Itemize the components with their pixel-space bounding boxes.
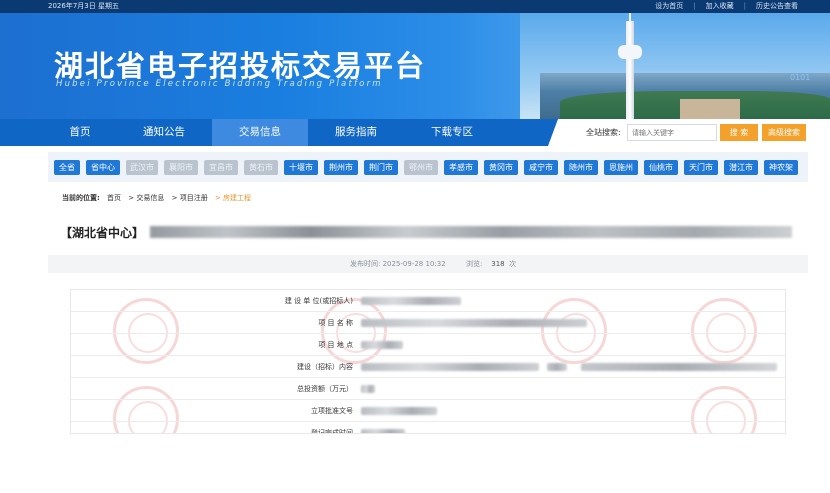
row-label-construction-content: 建设（招标）内容 [297, 363, 353, 371]
site-banner: 湖北省电子招投标交易平台 Hubei Province Electronic B… [0, 13, 830, 119]
region-shiyan[interactable]: 十堰市 [284, 160, 318, 175]
page-root: 2026年7月3日 星期五 设为首页 | 加入收藏 | 历史公告查看 湖北省电子… [0, 0, 830, 493]
row-value-redacted [361, 319, 587, 327]
history-notices-link[interactable]: 历史公告查看 [746, 0, 808, 13]
region-xiantao[interactable]: 仙桃市 [644, 160, 678, 175]
region-huanggang[interactable]: 黄冈市 [484, 160, 518, 175]
region-qianjiang[interactable]: 潜江市 [724, 160, 758, 175]
table-row: 建设（招标）内容 [71, 356, 785, 378]
nav-service-guide[interactable]: 服务指南 [308, 119, 404, 146]
region-huangshi[interactable]: 黄石市 [244, 160, 278, 175]
views-unit: 次 [509, 260, 517, 268]
table-row: 登记完成时间 [71, 422, 785, 434]
main-nav: 首页 通知公告 交易信息 服务指南 下载专区 全站搜索: 搜 索 高级搜索 [0, 119, 830, 146]
search-input[interactable] [627, 124, 717, 141]
row-value-redacted [361, 385, 375, 393]
search-label: 全站搜索: [586, 128, 621, 137]
table-row: 项 目 地 点 [71, 334, 785, 356]
views-label: 浏览: [466, 260, 483, 268]
row-label-approval-number: 立项批准文号 [311, 407, 353, 415]
region-filter-bar: 全省 省中心 武汉市 襄阳市 宜昌市 黄石市 十堰市 荆州市 荆门市 鄂州市 孝… [48, 152, 808, 182]
page-title: 【湖北省中心】 [60, 226, 145, 240]
views-number: 318 [491, 260, 505, 268]
table-row: 项 目 名 称 [71, 312, 785, 334]
row-label-builder: 建 设 单 位(或招标人) [284, 297, 353, 305]
set-homepage-link[interactable]: 设为首页 [645, 0, 693, 13]
row-label-project-name: 项 目 名 称 [318, 319, 353, 327]
view-count: 浏览: 318 次 [466, 255, 516, 273]
region-yichang[interactable]: 宜昌市 [204, 160, 238, 175]
row-value-redacted [547, 363, 567, 371]
row-value-redacted [581, 363, 777, 371]
region-xiaogan[interactable]: 孝感市 [444, 160, 478, 175]
region-ezhou[interactable]: 鄂州市 [404, 160, 438, 175]
region-suizhou[interactable]: 随州市 [564, 160, 598, 175]
search-button[interactable]: 搜 索 [720, 124, 758, 141]
breadcrumb-current: > 房建工程 [214, 194, 252, 202]
region-wuhan[interactable]: 武汉市 [126, 160, 158, 175]
tv-tower-image [626, 21, 634, 119]
banner-building-image [680, 99, 740, 119]
region-province-center[interactable]: 省中心 [86, 160, 120, 175]
row-label-project-location: 项 目 地 点 [318, 341, 353, 349]
table-row: 建 设 单 位(或招标人) [71, 290, 785, 312]
region-enshi[interactable]: 恩施州 [604, 160, 638, 175]
project-info-table: 建 设 单 位(或招标人) 项 目 名 称 项 目 地 点 建设（招标）内容 总… [70, 289, 786, 434]
page-title-redacted [150, 226, 792, 238]
top-links: 设为首页 | 加入收藏 | 历史公告查看 [645, 0, 808, 13]
publish-time: 发布时间: 2025-09-28 10:32 [350, 260, 446, 268]
region-tianmen[interactable]: 天门市 [684, 160, 718, 175]
breadcrumb-project-registration[interactable]: > 项目注册 [172, 194, 208, 202]
breadcrumb-home[interactable]: 首页 [107, 194, 121, 202]
row-value-redacted [361, 363, 539, 371]
region-jingzhou[interactable]: 荆州市 [324, 160, 358, 175]
breadcrumb-label: 当前的位置: [62, 194, 100, 202]
breadcrumb: 当前的位置: 首页 > 交易信息 > 项目注册 > 房建工程 [62, 193, 256, 203]
publish-meta: 发布时间: 2025-09-28 10:32 浏览: 318 次 [48, 255, 808, 273]
region-shennongjia[interactable]: 神农架 [764, 160, 798, 175]
site-subtitle: Hubei Province Electronic Bidding Tradin… [56, 79, 383, 89]
top-bar: 2026年7月3日 星期五 设为首页 | 加入收藏 | 历史公告查看 [0, 0, 830, 13]
advanced-search-button[interactable]: 高级搜索 [762, 124, 806, 141]
row-label-registration-time: 登记完成时间 [311, 429, 353, 434]
current-date: 2026年7月3日 星期五 [48, 2, 119, 10]
region-xianning[interactable]: 咸宁市 [524, 160, 558, 175]
breadcrumb-trade-info[interactable]: > 交易信息 [128, 194, 164, 202]
row-value-redacted [361, 341, 403, 349]
nav-home[interactable]: 首页 [32, 119, 128, 146]
region-jingmen[interactable]: 荆门市 [364, 160, 398, 175]
banner-deco-text: 0101 [790, 73, 811, 82]
row-value-redacted [361, 429, 405, 433]
nav-downloads[interactable]: 下载专区 [404, 119, 500, 146]
nav-notices[interactable]: 通知公告 [116, 119, 212, 146]
table-row: 总投资额（万元） [71, 378, 785, 400]
add-favorite-link[interactable]: 加入收藏 [696, 0, 744, 13]
row-value-redacted [361, 407, 437, 415]
row-label-total-investment: 总投资额（万元） [297, 385, 353, 393]
nav-trade-info[interactable]: 交易信息 [212, 119, 308, 146]
table-row: 立项批准文号 [71, 400, 785, 422]
region-xiangyang[interactable]: 襄阳市 [164, 160, 198, 175]
row-value-redacted [361, 297, 461, 305]
region-all[interactable]: 全省 [54, 160, 80, 175]
tower-top-image [618, 45, 642, 59]
